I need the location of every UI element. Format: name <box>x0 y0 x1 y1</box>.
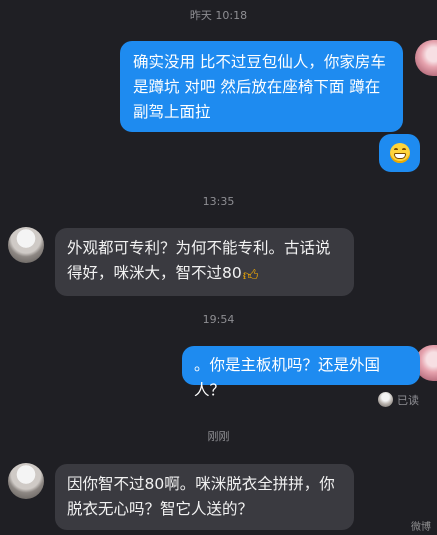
timestamp: 19:54 <box>202 313 235 326</box>
read-receipt: 已读 <box>378 391 419 408</box>
timestamp: 昨天 10:18 <box>189 9 248 22</box>
outgoing-message[interactable]: 确实没用 比不过豆包仙人，你家房车是蹲坑 对吧 然后放在座椅下面 蹲在副驾上面拉 <box>120 41 403 132</box>
contact-avatar[interactable] <box>8 227 44 263</box>
my-avatar[interactable] <box>415 40 437 76</box>
contact-avatar[interactable] <box>8 463 44 499</box>
chat-area[interactable]: 昨天 10:18 确实没用 比不过豆包仙人，你家房车是蹲坑 对吧 然后放在座椅下… <box>0 0 437 535</box>
reader-avatar <box>378 392 393 407</box>
outgoing-emoji-message[interactable] <box>379 134 420 172</box>
thumbs-up-emoji-icon: 👍︎ <box>242 266 259 284</box>
watermark: 微博 <box>411 522 431 533</box>
read-status: 已读 <box>397 393 419 407</box>
incoming-message[interactable]: 外观都可专利？为何不能专利。古话说得好，咪洣大，智不过80👍︎ <box>55 228 354 296</box>
timestamp: 刚刚 <box>207 430 230 443</box>
incoming-message[interactable]: 因你智不过80啊。咪洣脱衣全拼拼，你脱衣无心吗？智它人送的？ <box>55 464 354 530</box>
incoming-message-text: 外观都可专利？为何不能专利。古话说得好，咪洣大，智不过80 <box>67 239 331 282</box>
outgoing-message[interactable]: 。你是主板机吗？还是外国人？ <box>182 346 420 399</box>
grinning-face-emoji-icon <box>390 143 410 163</box>
timestamp: 13:35 <box>202 195 235 208</box>
